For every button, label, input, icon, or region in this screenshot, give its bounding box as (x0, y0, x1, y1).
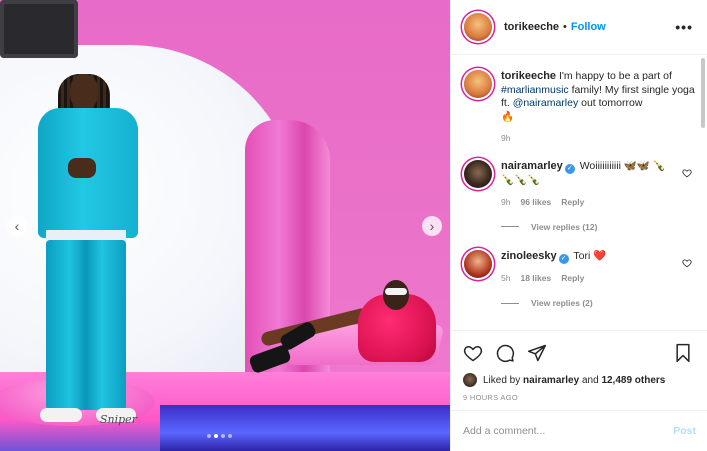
carousel-dot (228, 434, 232, 438)
comment-time[interactable]: 9h (501, 197, 510, 207)
comment-item: zinoleesky ✓ Tori ❤️ 5h 18 likes Reply Vi… (464, 250, 696, 308)
heart-icon[interactable] (463, 343, 483, 363)
comment-body: zinoleesky ✓ Tori ❤️ (501, 250, 696, 264)
author-username[interactable]: torikeeche (504, 21, 559, 33)
verified-badge-icon: ✓ (558, 254, 569, 264)
comment-time[interactable]: 5h (501, 273, 510, 283)
post-photo[interactable]: Sniper ‹ › (0, 0, 450, 451)
view-replies-label: View replies (2) (531, 298, 593, 308)
comment-input[interactable] (463, 425, 674, 437)
commenter-username[interactable]: zinoleesky (501, 250, 557, 262)
post-actions-section: Liked by nairamarley and 12,489 others 9… (451, 330, 707, 410)
caption-body: torikeeche I'm happy to be a part of #ma… (501, 70, 696, 124)
man-trousers (46, 240, 126, 410)
comment-meta: 5h 18 likes Reply (501, 273, 696, 283)
post-sidebar: torikeeche • Follow ••• torikeeche I'm h… (450, 0, 707, 451)
fire-emoji: 🔥 (501, 110, 515, 123)
bookmark-icon[interactable] (674, 343, 692, 363)
view-replies-button[interactable]: View replies (12) (501, 222, 696, 232)
replies-divider (501, 226, 519, 227)
photo-pool (160, 405, 450, 451)
caption-time[interactable]: 9h (501, 133, 510, 143)
comment-likes-count[interactable]: 18 likes (520, 273, 551, 283)
photographer-signature: Sniper (100, 413, 137, 426)
comments-scrollbar[interactable] (701, 58, 705, 128)
likes-summary: Liked by nairamarley and 12,489 others (463, 373, 665, 387)
caption-meta: 9h (501, 133, 696, 143)
man-hands (68, 158, 96, 178)
replies-divider (501, 302, 519, 304)
photo-man (20, 60, 145, 425)
caption-text: out tomorrow (581, 97, 643, 109)
comment-like-heart-icon[interactable] (682, 258, 692, 268)
liker-username[interactable]: nairamarley (523, 375, 579, 386)
comment-likes-count[interactable]: 96 likes (520, 197, 551, 207)
commenter-avatar[interactable] (464, 250, 492, 278)
view-replies-label: View replies (12) (531, 221, 598, 232)
photo-lamp (0, 0, 78, 58)
man-face (70, 74, 98, 110)
caption-username[interactable]: torikeeche (501, 70, 556, 82)
caption-hashtag[interactable]: #marlianmusic (501, 84, 569, 96)
follow-button[interactable]: Follow (571, 21, 606, 33)
add-comment-bar: Post (451, 410, 707, 451)
man-shoe (40, 408, 82, 422)
verified-badge-icon: ✓ (564, 164, 575, 174)
photo-woman (248, 280, 450, 390)
likes-and: and (581, 374, 599, 386)
caption-text: I'm happy to be a part of (558, 70, 672, 82)
comments-list[interactable]: torikeeche I'm happy to be a part of #ma… (451, 56, 699, 330)
caption-mention[interactable]: @nairamarley (513, 97, 579, 109)
comment-reply-button[interactable]: Reply (561, 197, 584, 207)
author-avatar[interactable] (464, 13, 492, 41)
carousel-dot (221, 434, 225, 438)
likes-prefix: Liked by (483, 374, 521, 386)
caption: torikeeche I'm happy to be a part of #ma… (464, 70, 696, 143)
comment-like-heart-icon[interactable] (682, 168, 692, 178)
post-comment-button[interactable]: Post (673, 425, 696, 437)
likes-others-count[interactable]: 12,489 others (601, 375, 665, 386)
share-icon[interactable] (527, 343, 547, 363)
carousel-next-button[interactable]: › (422, 216, 442, 236)
more-options-icon[interactable]: ••• (675, 19, 693, 35)
view-replies-button[interactable]: View replies (2) (501, 298, 696, 308)
post-header: torikeeche • Follow ••• (451, 0, 707, 55)
action-bar (463, 343, 547, 363)
comment-item: nairamarley ✓ Woiiiiiiiiiii 🦋🦋 🍾🍾🍾🍾 9h 96… (464, 160, 696, 232)
caption-avatar[interactable] (464, 70, 492, 98)
comment-body: nairamarley ✓ Woiiiiiiiiiii 🦋🦋 🍾🍾🍾🍾 (501, 160, 696, 188)
comment-text: Tori ❤️ (573, 250, 607, 262)
comment-reply-button[interactable]: Reply (561, 273, 584, 283)
commenter-username[interactable]: nairamarley (501, 160, 563, 172)
post-timestamp[interactable]: 9 HOURS AGO (463, 393, 518, 402)
comment-meta: 9h 96 likes Reply (501, 197, 696, 207)
carousel-dot (207, 434, 211, 438)
woman-head (383, 280, 409, 310)
liker-avatar[interactable] (463, 373, 477, 387)
header-separator: • (563, 21, 567, 33)
comment-icon[interactable] (495, 343, 515, 363)
save-button[interactable] (674, 343, 692, 363)
commenter-avatar[interactable] (464, 160, 492, 188)
woman-glasses (385, 288, 407, 295)
carousel-dot (214, 434, 218, 438)
carousel-dots (207, 434, 232, 438)
carousel-prev-button[interactable]: ‹ (7, 216, 27, 236)
